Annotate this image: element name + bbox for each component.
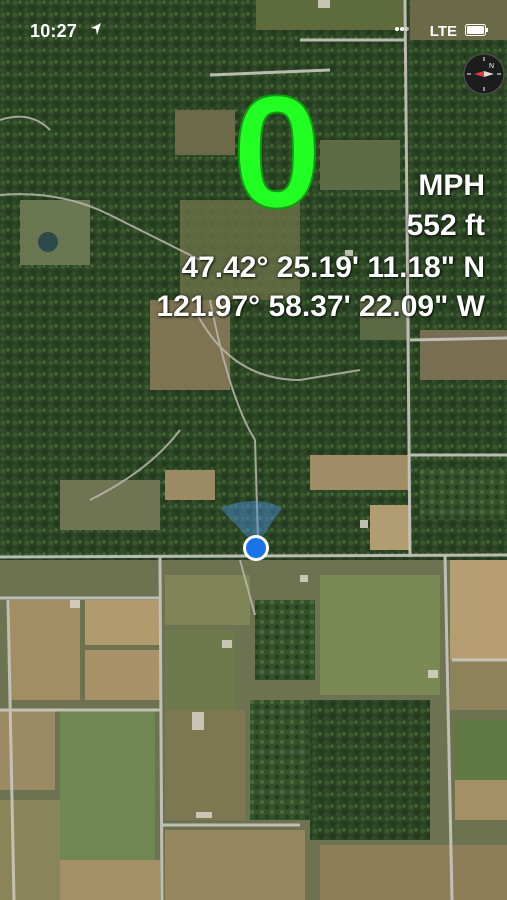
svg-text:N: N — [489, 63, 494, 70]
longitude: 121.97° 58.37' 22.09" W — [156, 290, 485, 323]
altitude: 552 ft — [406, 209, 485, 242]
user-location-icon — [220, 501, 282, 561]
status-bar: 10:27 LTE — [0, 0, 507, 41]
speed-units: MPH — [418, 169, 485, 202]
network-type: LTE — [429, 23, 457, 40]
signal-strength-icon — [395, 27, 409, 31]
location-arrow-icon — [91, 23, 101, 35]
battery-icon — [465, 24, 488, 36]
status-time: 10:27 — [30, 21, 78, 41]
compass-icon[interactable]: N — [462, 52, 506, 96]
latitude: 47.42° 25.19' 11.18" N — [181, 251, 485, 284]
speed-value: 0 — [232, 62, 323, 241]
